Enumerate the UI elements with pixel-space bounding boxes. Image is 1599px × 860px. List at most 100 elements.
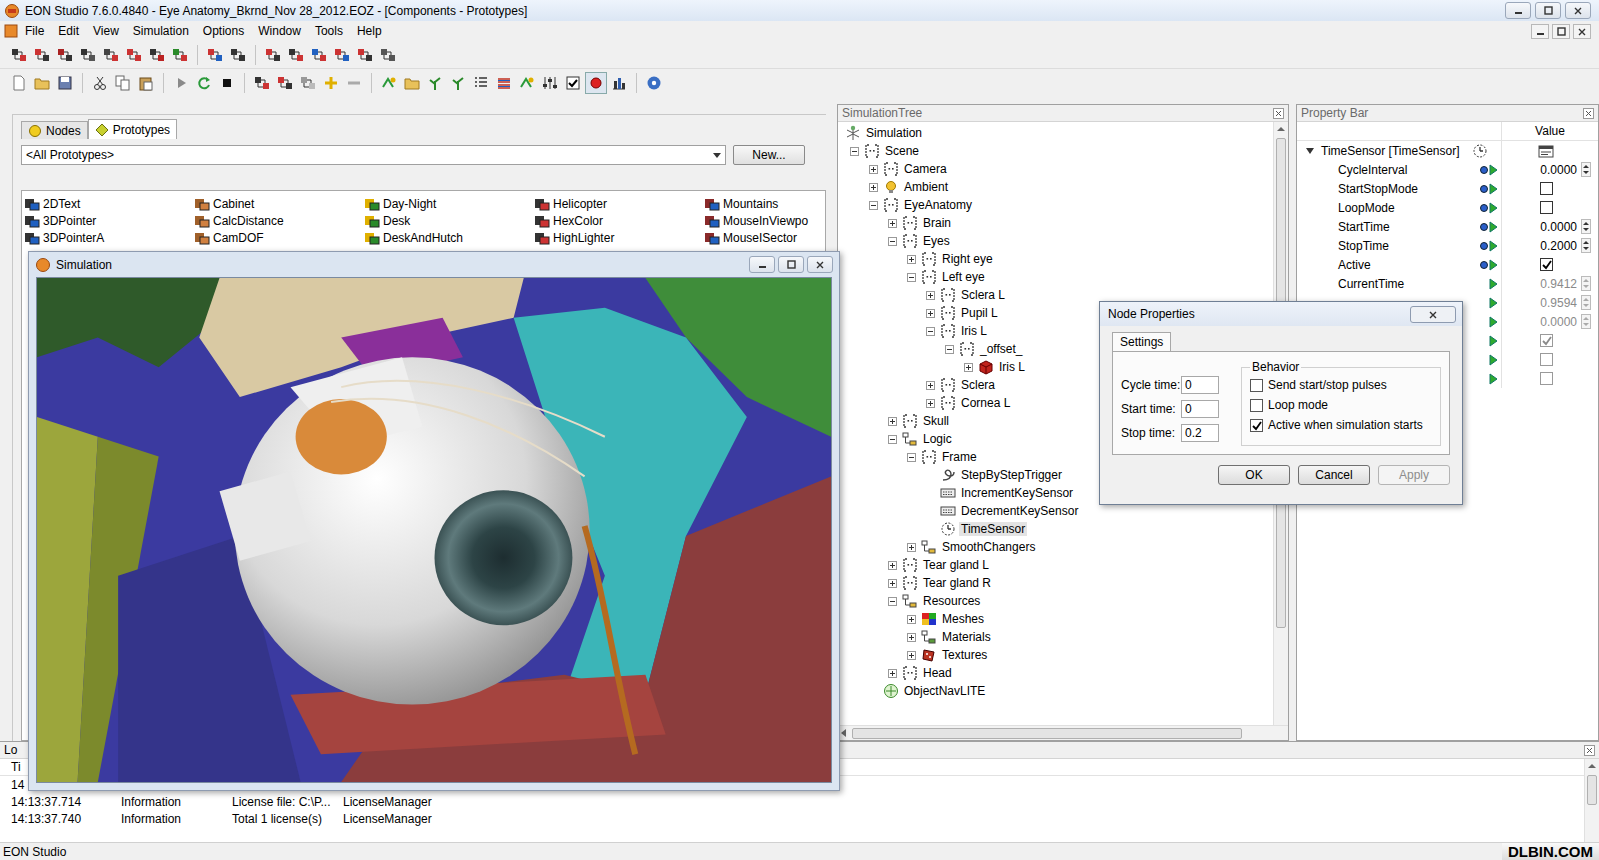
minimize-button[interactable] <box>1505 2 1531 19</box>
tab[interactable]: Prototypes <box>88 119 177 139</box>
expand-toggle-icon[interactable] <box>888 237 897 246</box>
tree-row[interactable]: EyeAnatomy <box>838 196 1273 214</box>
expand-toggle-icon[interactable] <box>926 291 935 300</box>
tree-row[interactable]: Brain <box>838 214 1273 232</box>
checkbox[interactable] <box>1250 379 1263 392</box>
tree-row[interactable]: Tear gland R <box>838 574 1273 592</box>
property-value[interactable] <box>1502 258 1598 271</box>
tree-row[interactable]: Meshes <box>838 610 1273 628</box>
toolbar-button[interactable] <box>274 72 296 94</box>
expand-toggle-icon[interactable] <box>888 417 897 426</box>
tree-row[interactable]: Scene <box>838 142 1273 160</box>
scroll-thumb[interactable] <box>1587 775 1597 805</box>
minimize-button[interactable] <box>749 256 775 273</box>
panel-close-button[interactable] <box>1273 108 1284 119</box>
expand-toggle-icon[interactable] <box>907 651 916 660</box>
menu-item[interactable]: Help <box>350 22 389 40</box>
toolbar-button[interactable] <box>320 72 342 94</box>
expand-toggle-icon[interactable] <box>926 381 935 390</box>
property-value[interactable] <box>1502 201 1598 214</box>
tree-row[interactable]: ObjectNavLITE <box>838 682 1273 700</box>
prototype-item[interactable]: Cabinet <box>194 195 364 212</box>
menu-item[interactable]: Edit <box>51 22 86 40</box>
property-value[interactable] <box>1502 182 1598 195</box>
toolbar-button[interactable] <box>378 72 400 94</box>
time-input[interactable] <box>1181 376 1219 394</box>
menu-item[interactable]: File <box>18 22 51 40</box>
toolbar-button[interactable] <box>54 72 76 94</box>
checkbox[interactable] <box>1250 419 1263 432</box>
menu-item[interactable]: Options <box>196 22 251 40</box>
toolbar-button[interactable] <box>112 72 134 94</box>
toolbar-button[interactable] <box>516 72 538 94</box>
expand-toggle-icon[interactable] <box>850 147 859 156</box>
maximize-button[interactable] <box>1535 2 1561 19</box>
tree-row[interactable]: Simulation <box>838 124 1273 142</box>
toolbar-button[interactable] <box>89 72 111 94</box>
expand-toggle-icon[interactable] <box>869 183 878 192</box>
toolbar-button[interactable] <box>331 44 353 66</box>
toolbar-button[interactable] <box>193 72 215 94</box>
toolbar-button[interactable] <box>643 72 665 94</box>
toolbar-button[interactable] <box>401 72 423 94</box>
expand-toggle-icon[interactable] <box>907 255 916 264</box>
tree-row[interactable]: Head <box>838 664 1273 682</box>
toolbar-button[interactable] <box>424 72 446 94</box>
tree-row[interactable]: Tear gland L <box>838 556 1273 574</box>
maximize-button[interactable] <box>778 256 804 273</box>
toolbar-button[interactable] <box>146 44 168 66</box>
tab[interactable]: Nodes <box>21 121 88 139</box>
toolbar-button[interactable] <box>262 44 284 66</box>
toolbar-button[interactable] <box>31 44 53 66</box>
toolbar-button[interactable] <box>562 72 584 94</box>
toolbar-button[interactable] <box>447 72 469 94</box>
mdi-minimize-button[interactable] <box>1531 24 1549 39</box>
tree-row[interactable]: Right eye <box>838 250 1273 268</box>
toolbar-button[interactable] <box>216 72 238 94</box>
menu-item[interactable]: View <box>86 22 126 40</box>
toolbar-button[interactable] <box>608 72 630 94</box>
time-input[interactable] <box>1181 424 1219 442</box>
close-button[interactable] <box>807 256 833 273</box>
prototype-item[interactable]: 3DPointer <box>24 212 194 229</box>
toolbar-button[interactable] <box>123 44 145 66</box>
close-button[interactable] <box>1565 2 1591 19</box>
panel-close-button[interactable] <box>1583 108 1594 119</box>
toolbar-button[interactable] <box>54 44 76 66</box>
toolbar-button[interactable] <box>585 72 607 94</box>
expand-toggle-icon[interactable] <box>888 597 897 606</box>
menu-item[interactable]: Window <box>251 22 308 40</box>
expand-toggle-icon[interactable] <box>964 363 973 372</box>
mdi-close-button[interactable] <box>1573 24 1591 39</box>
menu-item[interactable]: Simulation <box>126 22 196 40</box>
prototype-filter[interactable]: <All Prototypes> <box>21 145 726 165</box>
property-value[interactable]: 0.0000 <box>1502 219 1598 234</box>
expand-toggle-icon[interactable] <box>926 327 935 336</box>
toolbar-button[interactable] <box>31 72 53 94</box>
toolbar-button[interactable] <box>170 72 192 94</box>
toolbar-button[interactable] <box>285 44 307 66</box>
expand-toggle-icon[interactable] <box>926 309 935 318</box>
settings-tab[interactable]: Settings <box>1112 332 1171 351</box>
toolbar-button[interactable] <box>169 44 191 66</box>
expand-toggle-icon[interactable] <box>926 399 935 408</box>
expand-toggle-icon[interactable] <box>907 543 916 552</box>
panel-close-button[interactable] <box>1584 745 1595 756</box>
option-row[interactable]: Loop mode <box>1250 398 1432 412</box>
vertical-scrollbar[interactable] <box>1584 759 1599 842</box>
new-button[interactable]: New... <box>733 145 805 165</box>
expand-toggle-icon[interactable] <box>888 219 897 228</box>
expand-toggle-icon[interactable] <box>888 561 897 570</box>
prototype-item[interactable]: HighLighter <box>534 229 704 246</box>
prototype-item[interactable]: Day-Night <box>364 195 534 212</box>
tree-row[interactable]: Camera <box>838 160 1273 178</box>
toolbar-button[interactable] <box>297 72 319 94</box>
expand-toggle-icon[interactable] <box>869 201 878 210</box>
time-input[interactable] <box>1181 400 1219 418</box>
prototype-item[interactable]: CalcDistance <box>194 212 364 229</box>
checkbox[interactable] <box>1540 201 1553 214</box>
expand-toggle-icon[interactable] <box>907 633 916 642</box>
scroll-thumb[interactable] <box>852 728 1242 739</box>
tree-row[interactable]: Textures <box>838 646 1273 664</box>
toolbar-button[interactable] <box>251 72 273 94</box>
